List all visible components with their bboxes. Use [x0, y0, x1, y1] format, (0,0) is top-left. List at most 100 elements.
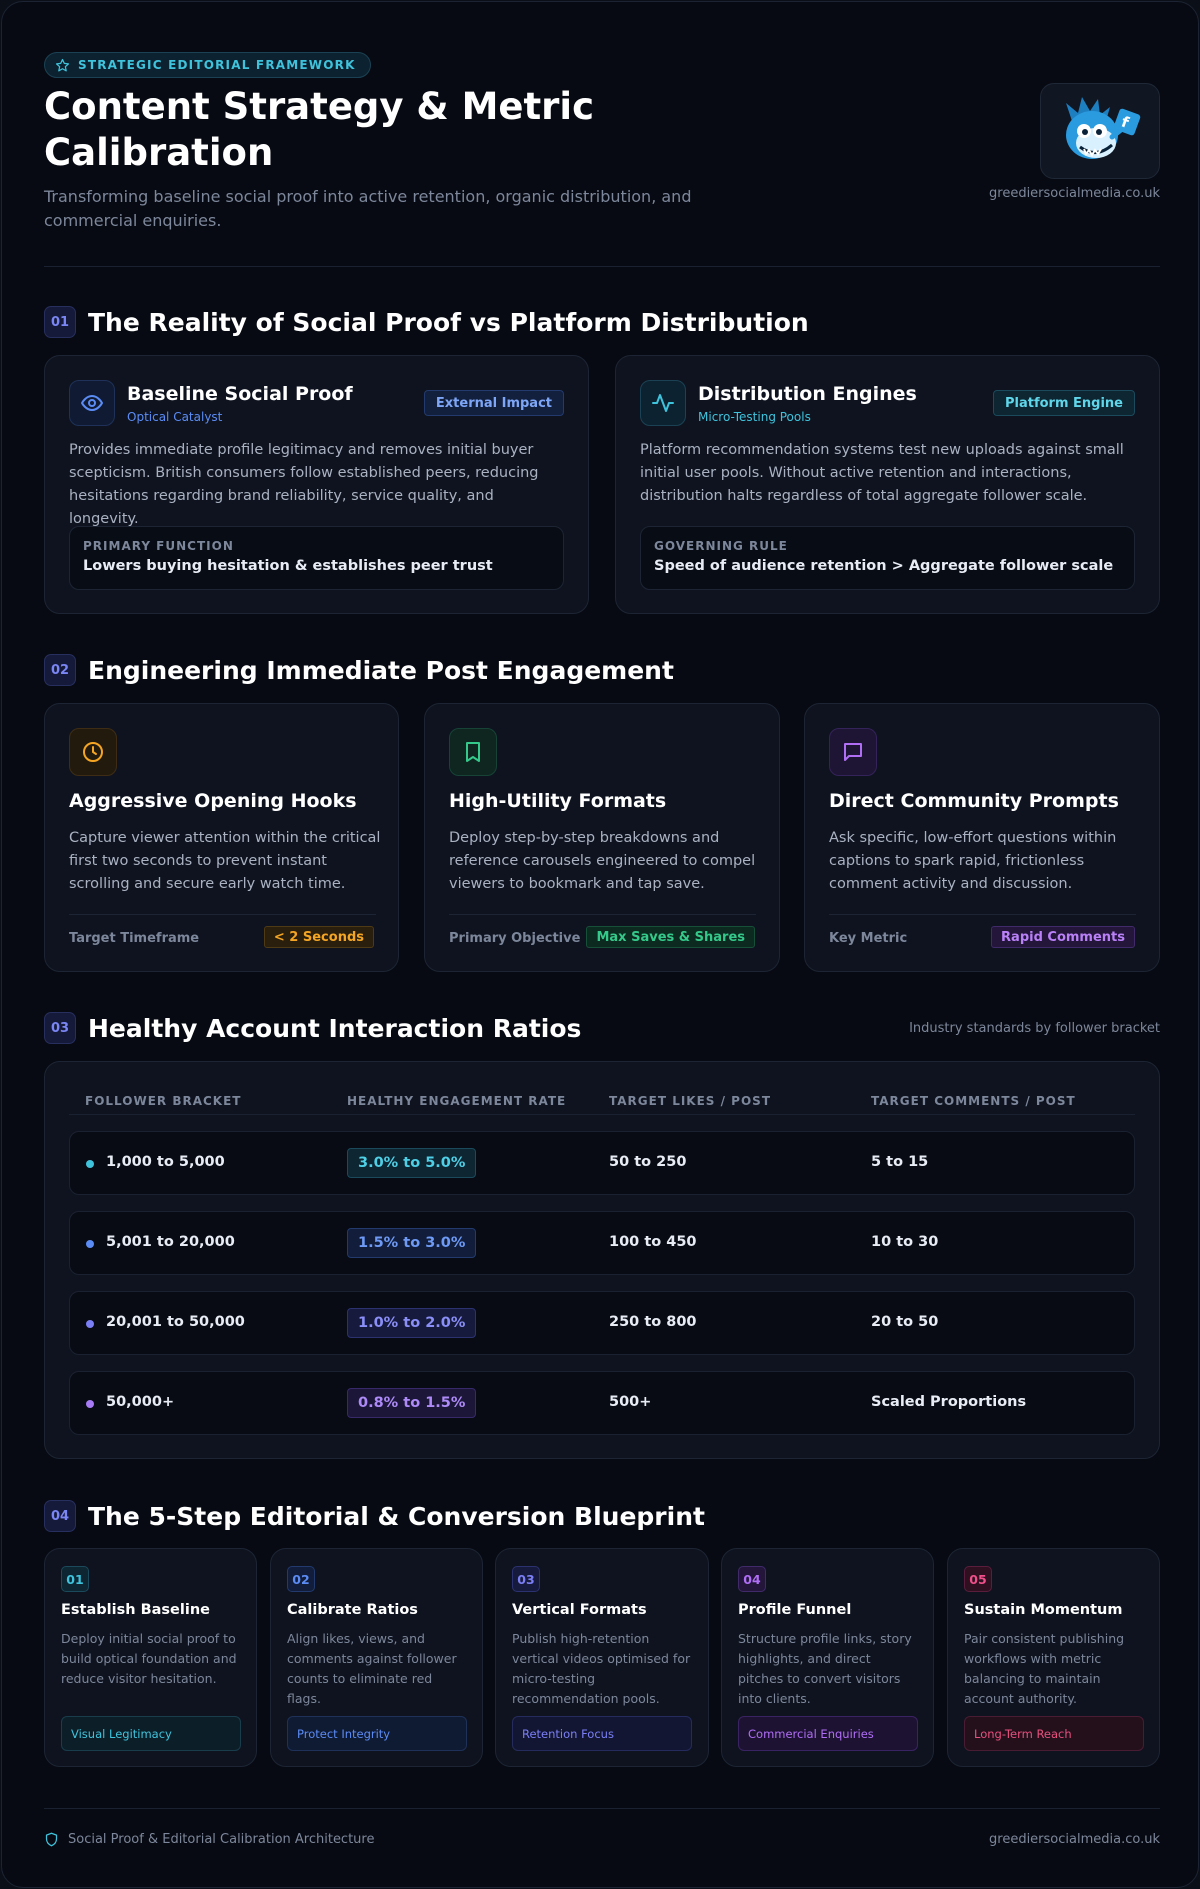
metric-badge: Rapid Comments — [991, 926, 1135, 948]
card-subtitle: Optical Catalyst — [127, 410, 223, 424]
primary-function-box: PRIMARY FUNCTION Lowers buying hesitatio… — [69, 526, 564, 590]
card-subtitle: Micro-Testing Pools — [698, 410, 811, 424]
step-number: 03 — [512, 1566, 540, 1592]
header-domain: greediersocialmedia.co.uk — [989, 186, 1160, 201]
section-2-title: Engineering Immediate Post Engagement — [88, 655, 674, 685]
step-number: 01 — [61, 1566, 89, 1592]
table-row: 1,000 to 5,000 3.0% to 5.0% 50 to 250 5 … — [69, 1131, 1135, 1195]
card-title: Direct Community Prompts — [829, 790, 1119, 812]
card-icon-wrap — [69, 728, 117, 776]
step-tag: Commercial Enquiries — [738, 1716, 918, 1751]
section-1-number: 01 — [44, 306, 76, 338]
governing-rule-box: GOVERNING RULE Speed of audience retenti… — [640, 526, 1135, 590]
box-value: Speed of audience retention > Aggregate … — [654, 558, 1114, 574]
box-label: PRIMARY FUNCTION — [83, 539, 234, 553]
engine-tag: Platform Engine — [992, 390, 1135, 416]
card-title: Aggressive Opening Hooks — [69, 790, 357, 812]
step-title: Establish Baseline — [61, 1602, 210, 1618]
section-3-title: Healthy Account Interaction Ratios — [88, 1013, 582, 1043]
high-utility-card: High-Utility Formats Deploy step-by-step… — [424, 703, 780, 972]
rate-badge: 0.8% to 1.5% — [347, 1388, 477, 1418]
step-body: Publish high-retention vertical videos o… — [512, 1631, 691, 1706]
comments-cell: 5 to 15 — [871, 1154, 929, 1170]
step-tag: Protect Integrity — [287, 1716, 467, 1751]
community-prompts-card: Direct Community Prompts Ask specific, l… — [804, 703, 1160, 972]
step-body: Deploy initial social proof to build opt… — [61, 1631, 237, 1686]
card-title: High-Utility Formats — [449, 790, 667, 812]
step-card: 02 Calibrate Ratios Align likes, views, … — [270, 1548, 483, 1767]
card-icon-wrap — [829, 728, 877, 776]
rate-badge: 1.5% to 3.0% — [347, 1228, 477, 1258]
step-card: 05 Sustain Momentum Pair consistent publ… — [947, 1548, 1160, 1767]
card-body: Capture viewer attention within the crit… — [69, 830, 381, 892]
bracket-cell: 20,001 to 50,000 — [106, 1314, 245, 1330]
comments-cell: 20 to 50 — [871, 1314, 939, 1330]
star-icon — [55, 58, 70, 71]
table-row: 20,001 to 50,000 1.0% to 2.0% 250 to 800… — [69, 1291, 1135, 1355]
clock-icon — [83, 742, 103, 762]
step-title: Sustain Momentum — [964, 1602, 1123, 1618]
card-icon-wrap — [449, 728, 497, 776]
pill-label: STRATEGIC EDITORIAL FRAMEWORK — [78, 58, 356, 72]
step-title: Calibrate Ratios — [287, 1602, 418, 1618]
brand-logo: f — [1040, 83, 1160, 179]
bracket-cell: 5,001 to 20,000 — [106, 1234, 235, 1250]
row-dot — [86, 1240, 94, 1248]
row-dot — [86, 1400, 94, 1408]
table-row: 50,000+ 0.8% to 1.5% 500+ Scaled Proport… — [69, 1371, 1135, 1435]
step-body: Pair consistent publishing workflows wit… — [964, 1631, 1125, 1706]
section-2-number: 02 — [44, 654, 76, 686]
step-tag: Retention Focus — [512, 1716, 692, 1751]
section-3-heading: 03 Healthy Account Interaction Ratios — [44, 1012, 581, 1044]
step-card: 04 Profile Funnel Structure profile link… — [721, 1548, 934, 1767]
social-proof-card: Baseline Social Proof Optical Catalyst E… — [44, 355, 589, 614]
step-title: Profile Funnel — [738, 1602, 852, 1618]
box-value: Lowers buying hesitation & establishes p… — [83, 558, 493, 574]
bracket-cell: 50,000+ — [106, 1394, 175, 1410]
shield-icon — [45, 1832, 58, 1847]
card-body: Provides immediate profile legitimacy an… — [69, 442, 539, 527]
likes-cell: 50 to 250 — [609, 1154, 687, 1170]
card-icon-wrap — [640, 380, 686, 426]
step-tag: Visual Legitimacy — [61, 1716, 241, 1751]
card-icon-wrap — [69, 380, 115, 426]
step-number: 02 — [287, 1566, 315, 1592]
col-header-rate: HEALTHY ENGAGEMENT RATE — [347, 1094, 567, 1108]
bookmark-icon — [466, 742, 480, 762]
likes-cell: 100 to 450 — [609, 1234, 697, 1250]
page-frame: STRATEGIC EDITORIAL FRAMEWORK Content St… — [1, 1, 1199, 1888]
card-title: Baseline Social Proof — [127, 383, 353, 405]
row-dot — [86, 1160, 94, 1168]
likes-cell: 250 to 800 — [609, 1314, 697, 1330]
footer-divider — [44, 1808, 1160, 1809]
col-header-comments: TARGET COMMENTS / POST — [871, 1094, 1076, 1108]
cartoon-mascot-logo: f — [1066, 97, 1141, 159]
step-tag: Long-Term Reach — [964, 1716, 1144, 1751]
footer-domain: greediersocialmedia.co.uk — [989, 1832, 1160, 1847]
impact-tag: External Impact — [423, 390, 564, 416]
card-body: Platform recommendation systems test new… — [640, 442, 1124, 504]
card-body: Deploy step-by-step breakdowns and refer… — [449, 830, 756, 892]
rate-badge: 3.0% to 5.0% — [347, 1148, 477, 1178]
step-card: 03 Vertical Formats Publish high-retenti… — [495, 1548, 709, 1767]
card-metric-label: Key Metric — [829, 931, 908, 946]
card-divider — [69, 914, 376, 915]
card-title: Distribution Engines — [698, 383, 917, 405]
bracket-cell: 1,000 to 5,000 — [106, 1154, 225, 1170]
card-divider — [449, 914, 756, 915]
page-subtitle: Transforming baseline social proof into … — [44, 187, 692, 230]
card-body: Ask specific, low-effort questions withi… — [829, 830, 1117, 892]
eye-icon — [81, 395, 103, 411]
step-title: Vertical Formats — [512, 1602, 647, 1618]
pulse-icon — [652, 394, 674, 412]
framework-pill: STRATEGIC EDITORIAL FRAMEWORK — [44, 52, 371, 78]
ratios-table: FOLLOWER BRACKET HEALTHY ENGAGEMENT RATE… — [44, 1061, 1160, 1459]
box-label: GOVERNING RULE — [654, 539, 788, 553]
section-1-heading: 01 The Reality of Social Proof vs Platfo… — [44, 306, 809, 338]
section-4-number: 04 — [44, 1500, 76, 1532]
section-3-note: Industry standards by follower bracket — [909, 1021, 1160, 1036]
step-body: Structure profile links, story highlight… — [738, 1631, 912, 1706]
timeframe-badge: < 2 Seconds — [263, 926, 374, 948]
header-divider — [44, 266, 1160, 267]
header-divider — [69, 1114, 1135, 1115]
